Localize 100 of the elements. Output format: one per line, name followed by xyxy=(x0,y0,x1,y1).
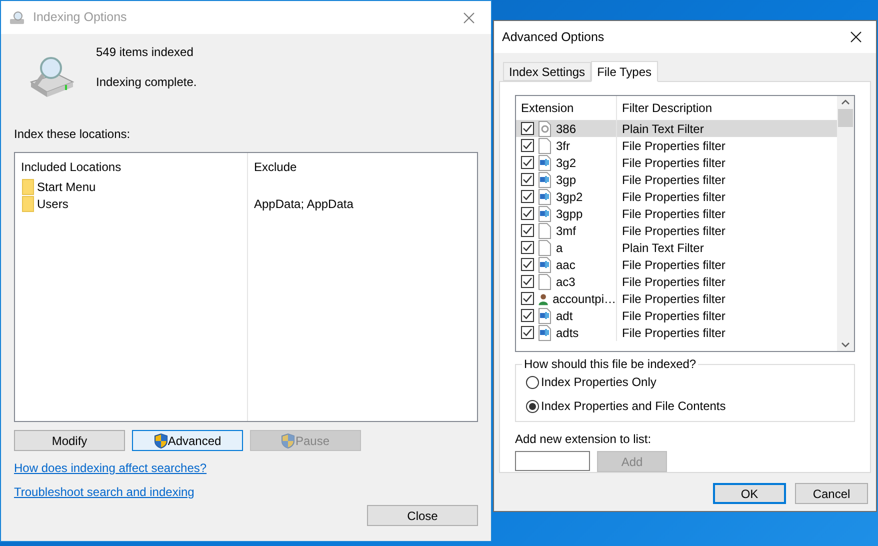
file-type-row[interactable]: 3gp2 File Properties filter xyxy=(516,188,837,205)
scroll-thumb[interactable] xyxy=(838,109,853,127)
column-header[interactable]: Included Locations xyxy=(15,153,247,178)
extension-name: adts xyxy=(556,324,579,342)
radio-label[interactable]: Index Properties Only xyxy=(541,373,656,391)
location-name[interactable]: Start Menu xyxy=(37,178,96,196)
filter-description: File Properties filter xyxy=(621,324,726,342)
gear-file-icon xyxy=(538,120,552,136)
checkbox[interactable] xyxy=(521,156,534,169)
blank-file-icon xyxy=(538,138,552,154)
file-type-row[interactable]: 386 Plain Text Filter xyxy=(516,120,837,137)
scrollbar[interactable] xyxy=(837,96,854,351)
filter-description: Plain Text Filter xyxy=(621,120,704,138)
checkbox[interactable] xyxy=(521,173,534,186)
filter-description: File Properties filter xyxy=(621,256,726,274)
indexing-status: Indexing complete. xyxy=(96,75,197,90)
tab[interactable]: File Types xyxy=(591,61,658,82)
filter-description: File Properties filter xyxy=(621,222,726,240)
tab[interactable]: Index Settings xyxy=(503,62,592,81)
media-file-icon xyxy=(538,324,552,340)
checkbox[interactable] xyxy=(521,292,534,305)
file-type-row[interactable]: 3gpp File Properties filter xyxy=(516,205,837,222)
shield-icon xyxy=(281,432,296,448)
extension-name: 3gpp xyxy=(556,206,583,222)
radio-button[interactable] xyxy=(526,376,539,388)
ok-button[interactable]: OK xyxy=(713,483,786,504)
extension-name: aac xyxy=(556,256,576,274)
help-link[interactable]: How does indexing affect searches? xyxy=(14,459,207,477)
group-label: How should this file be indexed? xyxy=(523,356,698,373)
filter-description: File Properties filter xyxy=(621,206,726,222)
filter-description: Plain Text Filter xyxy=(621,240,704,256)
checkbox[interactable] xyxy=(521,190,534,203)
extension-input[interactable] xyxy=(515,451,590,471)
window-title: Indexing Options xyxy=(33,9,127,26)
troubleshoot-link[interactable]: Troubleshoot search and indexing xyxy=(14,483,194,501)
checkbox[interactable] xyxy=(521,309,534,322)
file-type-row[interactable]: 3fr File Properties filter xyxy=(516,137,837,154)
file-type-row[interactable]: 3gp File Properties filter xyxy=(516,171,837,188)
extension-name: 3gp xyxy=(556,172,576,188)
checkbox[interactable] xyxy=(521,139,534,152)
file-type-row[interactable]: accountpi… File Properties filter xyxy=(516,290,837,307)
column-header[interactable]: Exclude xyxy=(248,153,477,178)
checkbox[interactable] xyxy=(521,122,534,135)
checkbox[interactable] xyxy=(521,326,534,339)
extension-name: ac3 xyxy=(556,274,576,290)
radio-button[interactable] xyxy=(526,400,539,412)
file-type-row[interactable]: 3mf File Properties filter xyxy=(516,222,837,239)
scroll-down-icon[interactable] xyxy=(841,342,850,348)
extension-name: adt xyxy=(556,308,573,324)
file-type-row[interactable]: aac File Properties filter xyxy=(516,256,837,273)
add-extension-label: Add new extension to list: xyxy=(515,431,652,448)
checkbox[interactable] xyxy=(521,224,534,237)
folder-icon xyxy=(22,178,34,194)
shield-icon xyxy=(154,432,168,448)
file-type-row[interactable]: adts File Properties filter xyxy=(516,324,837,341)
checkbox[interactable] xyxy=(521,258,534,271)
file-type-row[interactable]: a Plain Text Filter xyxy=(516,239,837,256)
radio-label[interactable]: Index Properties and File Contents xyxy=(541,397,726,415)
dialog-button[interactable]: Modify xyxy=(14,430,125,451)
scroll-up-icon[interactable] xyxy=(841,99,850,105)
locations-label: Index these locations: xyxy=(14,126,132,143)
blank-file-icon xyxy=(538,240,552,256)
search-drive-icon xyxy=(9,10,25,24)
items-indexed-count: 549 items indexed xyxy=(96,45,194,60)
close-icon[interactable] xyxy=(850,31,862,43)
folder-icon xyxy=(22,196,34,212)
filter-description: File Properties filter xyxy=(621,172,726,188)
filter-description: File Properties filter xyxy=(621,154,726,172)
media-file-icon xyxy=(538,206,552,222)
filter-description: File Properties filter xyxy=(621,138,726,154)
file-type-row[interactable]: ac3 File Properties filter xyxy=(516,273,837,290)
extension-name: accountpi… xyxy=(552,290,616,308)
media-file-icon xyxy=(538,188,552,204)
filter-description: File Properties filter xyxy=(621,290,726,308)
checkbox[interactable] xyxy=(521,241,534,254)
media-file-icon xyxy=(538,154,552,170)
dialog-button[interactable]: Advanced xyxy=(132,430,243,451)
extension-name: a xyxy=(556,240,563,256)
media-file-icon xyxy=(538,256,552,272)
filter-description: File Properties filter xyxy=(621,188,726,206)
window-title: Advanced Options xyxy=(502,28,604,46)
filter-description: File Properties filter xyxy=(621,308,726,324)
checkbox[interactable] xyxy=(521,207,534,220)
column-header[interactable]: Filter Description xyxy=(617,99,712,117)
location-name[interactable]: Users xyxy=(37,194,68,212)
extension-name: 3g2 xyxy=(556,154,576,172)
media-file-icon xyxy=(538,172,552,188)
file-type-row[interactable]: adt File Properties filter xyxy=(516,307,837,324)
media-file-icon xyxy=(538,308,552,324)
checkbox[interactable] xyxy=(521,275,534,288)
blank-file-icon xyxy=(538,274,552,290)
extension-name: 386 xyxy=(556,120,576,138)
file-type-row[interactable]: 3g2 File Properties filter xyxy=(516,154,837,171)
filter-description: File Properties filter xyxy=(621,274,726,290)
cancel-button[interactable]: Cancel xyxy=(795,483,868,504)
extension-name: 3mf xyxy=(556,222,576,240)
extension-name: 3fr xyxy=(556,138,570,154)
close-button[interactable]: Close xyxy=(367,505,478,526)
blank-file-icon xyxy=(538,222,552,238)
exclude-value: AppData; AppData xyxy=(254,196,354,212)
